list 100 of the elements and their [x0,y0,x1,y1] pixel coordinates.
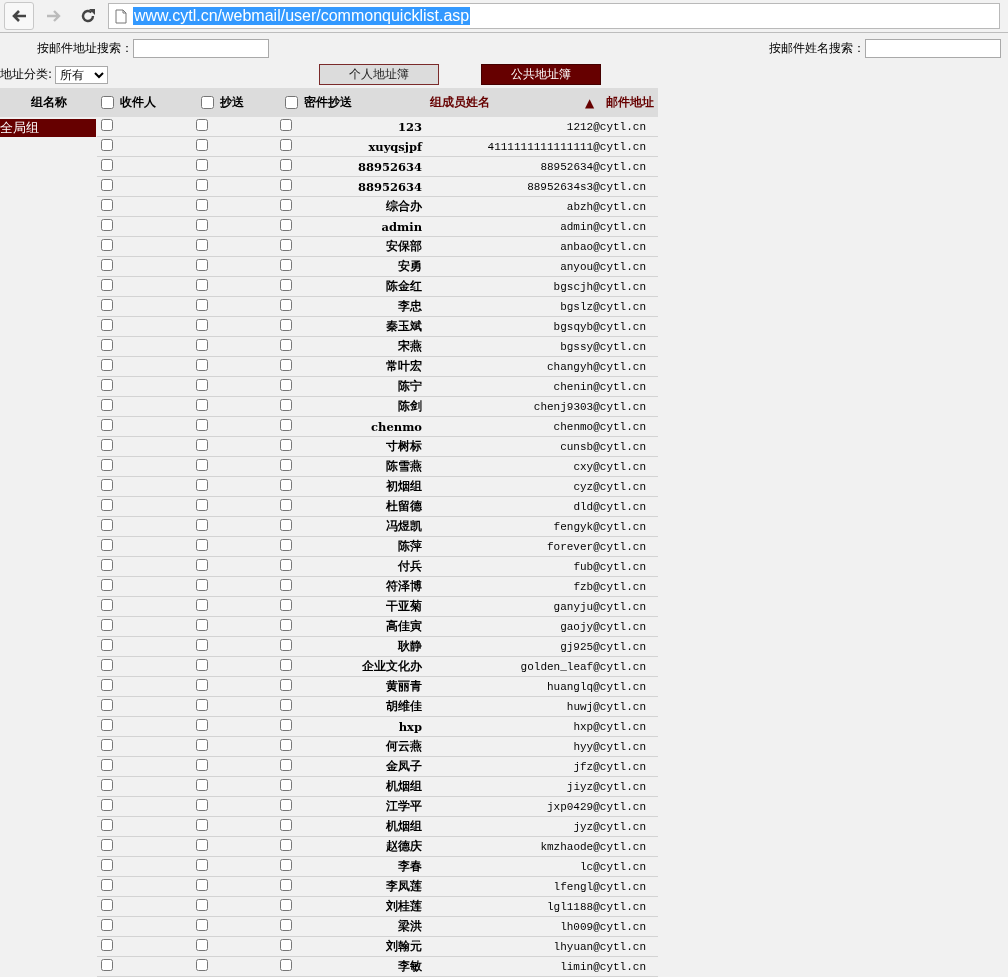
checkbox[interactable] [196,819,208,831]
checkbox[interactable] [196,479,208,491]
checkbox[interactable] [280,539,292,551]
checkbox[interactable] [280,799,292,811]
checkbox[interactable] [101,299,113,311]
checkbox[interactable] [280,639,292,651]
checkbox[interactable] [101,879,113,891]
checkbox[interactable] [280,739,292,751]
checkbox[interactable] [280,199,292,211]
checkbox[interactable] [280,159,292,171]
checkbox[interactable] [280,299,292,311]
checkbox[interactable] [101,96,114,109]
checkbox[interactable] [101,799,113,811]
checkbox[interactable] [101,919,113,931]
checkbox[interactable] [280,839,292,851]
checkbox[interactable] [101,139,113,151]
checkbox[interactable] [196,939,208,951]
checkbox[interactable] [101,899,113,911]
checkbox[interactable] [196,279,208,291]
checkbox[interactable] [101,699,113,711]
checkbox[interactable] [101,419,113,431]
checkbox[interactable] [101,939,113,951]
checkbox[interactable] [280,419,292,431]
checkbox[interactable] [196,459,208,471]
checkbox[interactable] [280,699,292,711]
checkbox[interactable] [280,479,292,491]
checkbox[interactable] [196,119,208,131]
checkbox[interactable] [101,279,113,291]
checkbox[interactable] [280,359,292,371]
checkbox[interactable] [196,659,208,671]
column-header[interactable]: 邮件地址 [606,94,655,111]
checkbox[interactable] [101,339,113,351]
checkbox[interactable] [280,139,292,151]
address-search-field[interactable] [133,38,269,58]
checkbox[interactable] [280,379,292,391]
checkbox[interactable] [196,299,208,311]
checkbox[interactable] [101,959,113,971]
checkbox[interactable] [196,259,208,271]
checkbox[interactable] [280,119,292,131]
checkbox[interactable] [201,96,214,109]
checkbox[interactable] [280,279,292,291]
group-item[interactable]: 全局组 [0,119,96,137]
checkbox[interactable] [101,499,113,511]
checkbox[interactable] [280,179,292,191]
checkbox[interactable] [280,919,292,931]
checkbox[interactable] [196,359,208,371]
checkbox[interactable] [196,399,208,411]
checkbox[interactable] [101,199,113,211]
checkbox[interactable] [196,599,208,611]
checkbox[interactable] [196,199,208,211]
checkbox[interactable] [196,639,208,651]
checkbox[interactable] [196,839,208,851]
checkbox[interactable] [280,619,292,631]
checkbox[interactable] [101,459,113,471]
checkbox[interactable] [280,339,292,351]
checkbox[interactable] [101,719,113,731]
checkbox[interactable] [101,619,113,631]
category-dropdown[interactable]: 所有 [55,65,109,84]
checkbox[interactable] [101,439,113,451]
checkbox[interactable] [280,559,292,571]
checkbox[interactable] [280,959,292,971]
name-search-field[interactable] [865,38,1001,58]
checkbox[interactable] [196,799,208,811]
checkbox[interactable] [280,239,292,251]
checkbox[interactable] [196,179,208,191]
column-header[interactable]: 组成员姓名 [430,94,490,111]
checkbox[interactable] [280,719,292,731]
checkbox[interactable] [101,759,113,771]
checkbox[interactable] [196,139,208,151]
checkbox[interactable] [101,779,113,791]
checkbox[interactable] [280,679,292,691]
checkbox[interactable] [280,459,292,471]
checkbox[interactable] [196,579,208,591]
checkbox[interactable] [280,599,292,611]
checkbox[interactable] [196,319,208,331]
checkbox[interactable] [196,239,208,251]
checkbox[interactable] [280,899,292,911]
checkbox[interactable] [101,319,113,331]
checkbox[interactable] [280,219,292,231]
checkbox[interactable] [196,959,208,971]
checkbox[interactable] [101,819,113,831]
checkbox[interactable] [196,719,208,731]
checkbox[interactable] [280,319,292,331]
back-button[interactable] [4,2,34,30]
checkbox[interactable] [196,699,208,711]
checkbox[interactable] [101,659,113,671]
checkbox[interactable] [280,399,292,411]
checkbox[interactable] [101,159,113,171]
checkbox[interactable] [196,859,208,871]
checkbox[interactable] [196,619,208,631]
checkbox[interactable] [101,739,113,751]
checkbox[interactable] [101,219,113,231]
checkbox[interactable] [101,839,113,851]
checkbox[interactable] [101,559,113,571]
checkbox[interactable] [196,419,208,431]
checkbox[interactable] [101,179,113,191]
address-book-tab[interactable]: 公共地址簿 [481,64,602,85]
checkbox[interactable] [196,759,208,771]
checkbox[interactable] [196,159,208,171]
checkbox[interactable] [101,599,113,611]
